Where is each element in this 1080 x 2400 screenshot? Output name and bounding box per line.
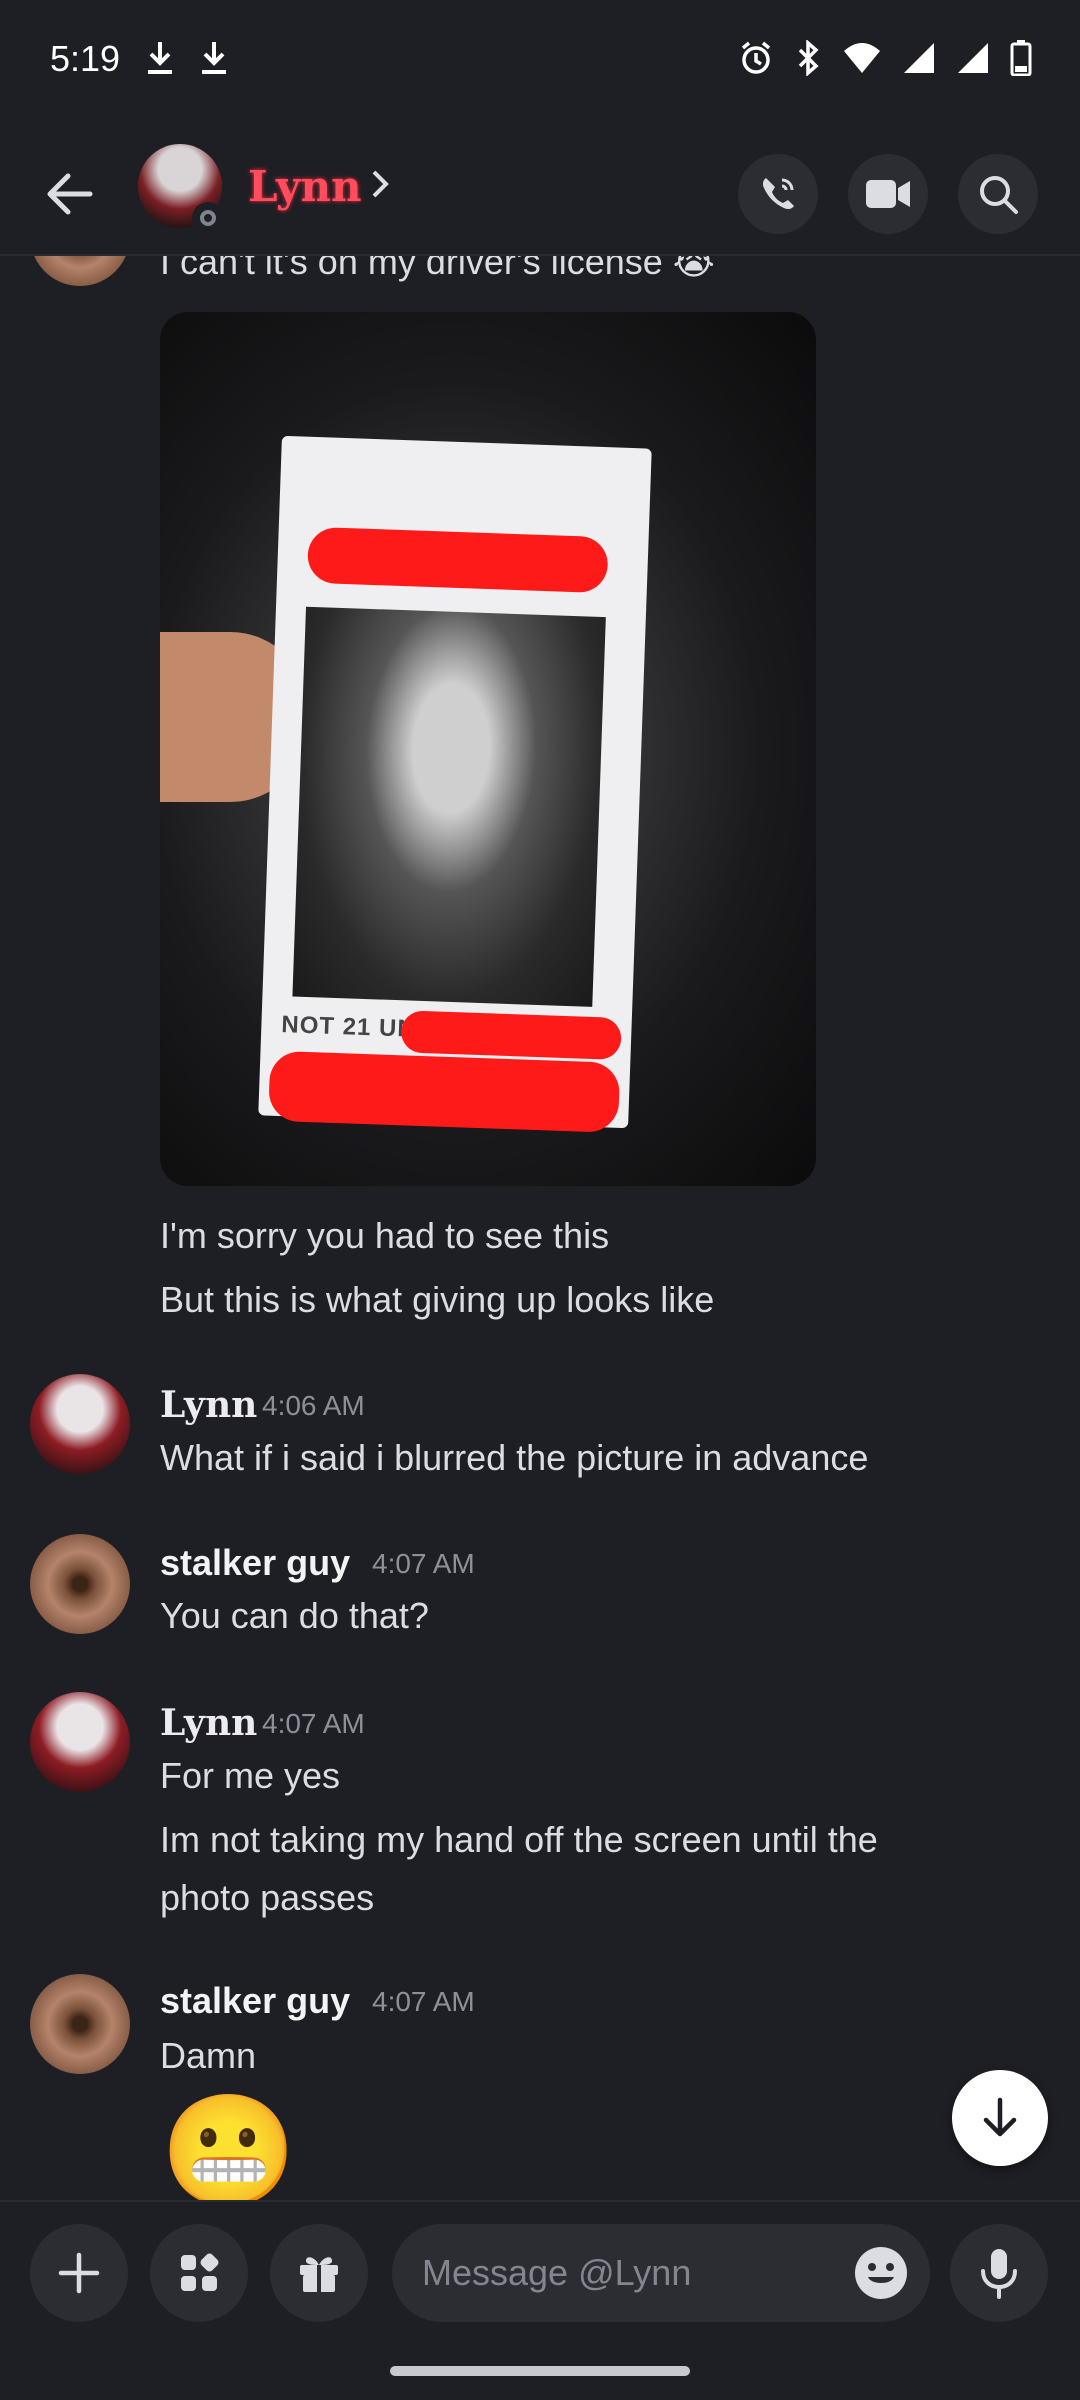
message-text: photo passes (160, 1877, 375, 1918)
avatar[interactable] (30, 1974, 130, 2074)
status-bar: 5:19 (0, 0, 1080, 126)
microphone-icon (981, 2249, 1017, 2299)
apps-icon (181, 2253, 219, 2291)
contact-name[interactable]: Lynn (248, 162, 362, 211)
avatar[interactable] (30, 1534, 130, 1634)
download-icon (145, 40, 175, 76)
avatar[interactable] (30, 256, 130, 286)
arrow-down-icon (983, 2097, 1017, 2137)
phone-icon (762, 178, 794, 210)
message-timestamp: 4:07 AM (262, 1708, 365, 1739)
emoji-icon (855, 2247, 907, 2299)
video-call-button[interactable] (848, 154, 928, 234)
status-time: 5:19 (50, 38, 121, 79)
message-text: What if i said i blurred the picture in … (160, 1437, 869, 1478)
portrait-image (292, 606, 606, 1007)
status-notification-icons (145, 40, 229, 76)
message-text: For me yes (160, 1755, 341, 1796)
message-input[interactable]: Message @Lynn (392, 2224, 930, 2322)
plus-icon (58, 2252, 100, 2294)
message-image-attachment[interactable]: NOT 21 UNTIL (160, 312, 816, 1186)
jump-to-present-button[interactable] (952, 2070, 1048, 2166)
avatar[interactable] (30, 1692, 130, 1792)
message-input-placeholder: Message @Lynn (422, 2252, 692, 2293)
offline-status-indicator (192, 202, 224, 234)
wifi-icon (842, 41, 882, 75)
message-text: I can't it's on my driver's license 😭 (160, 256, 715, 282)
status-system-icons (738, 40, 1032, 76)
emoji-button[interactable] (832, 2224, 930, 2322)
chat-header: Lynn (0, 126, 1080, 256)
message-author[interactable]: stalker guy (160, 1980, 350, 2022)
signal-icon (956, 41, 990, 75)
message-list[interactable]: I can't it's on my driver's license 😭 NO… (0, 256, 1080, 2200)
message-text: You can do that? (160, 1595, 429, 1636)
redaction-mark (268, 1050, 621, 1133)
license-photo: NOT 21 UNTIL (258, 435, 652, 1133)
signal-icon (902, 41, 936, 75)
voice-message-button[interactable] (950, 2224, 1048, 2322)
message-timestamp: 4:07 AM (372, 1986, 475, 2017)
message-author[interactable]: Lynn (160, 1702, 257, 1744)
search-button[interactable] (958, 154, 1038, 234)
emoji-message: 😬 (160, 2090, 297, 2201)
voice-call-button[interactable] (738, 154, 818, 234)
alarm-icon (738, 40, 774, 76)
download-icon (199, 40, 229, 76)
gift-icon (300, 2257, 338, 2292)
chevron-right-icon[interactable] (368, 166, 392, 207)
message-text: But this is what giving up looks like (160, 1279, 715, 1320)
apps-button[interactable] (150, 2224, 248, 2322)
add-attachment-button[interactable] (30, 2224, 128, 2322)
message-text: I'm sorry you had to see this (160, 1215, 610, 1256)
home-indicator[interactable] (390, 2366, 690, 2376)
redaction-mark (400, 1010, 622, 1060)
avatar[interactable] (30, 1374, 130, 1474)
message-timestamp: 4:07 AM (372, 1548, 475, 1579)
message-author[interactable]: stalker guy (160, 1542, 350, 1584)
back-arrow-icon (47, 173, 93, 215)
message-text: Im not taking my hand off the screen unt… (160, 1819, 878, 1860)
battery-icon (1010, 40, 1032, 76)
back-button[interactable] (40, 164, 100, 224)
message-text: Damn (160, 2035, 257, 2076)
search-icon (980, 176, 1018, 214)
gift-button[interactable] (270, 2224, 368, 2322)
message-timestamp: 4:06 AM (262, 1390, 365, 1421)
bluetooth-icon (794, 40, 822, 76)
redaction-mark (306, 526, 609, 594)
message-author[interactable]: Lynn (160, 1384, 257, 1426)
video-icon (866, 180, 910, 208)
